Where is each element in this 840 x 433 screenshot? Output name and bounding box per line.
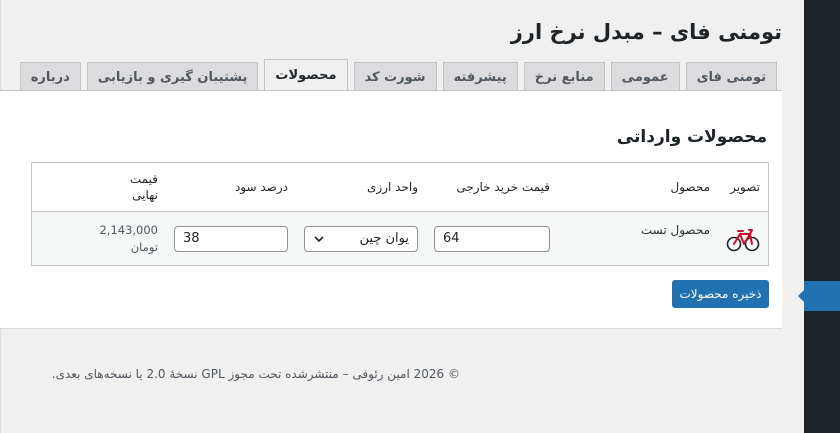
final-price-header-line1: قیمت (129, 172, 158, 186)
tab-about[interactable]: درباره (19, 62, 81, 91)
profit-percent-input[interactable]: 38 (174, 225, 288, 252)
tab-general[interactable]: عمومی (610, 62, 680, 91)
tab-advanced[interactable]: پیشرفته (442, 62, 518, 91)
tab-products[interactable]: محصولات (264, 59, 348, 91)
product-image-cell (718, 211, 769, 266)
col-header-product: محصول (558, 162, 718, 212)
final-price-cell: 2,143,000 تومان (31, 211, 166, 266)
foreign-price-input[interactable]: 64 (434, 225, 550, 252)
table-header-row: تصویر محصول قیمت خرید خارجی واحد ارزی در… (31, 162, 769, 212)
section-title: محصولات وارداتی (616, 127, 767, 147)
plugin-settings-page: تومنی فای – مبدل نرخ ارز تومنی فای عمومی… (0, 0, 804, 433)
tab-tomanifi[interactable]: تومنی فای (685, 62, 777, 91)
settings-tabs: تومنی فای عمومی منابع نرخ پیشرفته شورت ک… (19, 59, 777, 91)
table-row: محصول تست 64 یوان چین 38 2,143,000 تومان (31, 211, 769, 266)
profit-percent-value: 38 (183, 231, 200, 246)
save-products-button[interactable]: ذخیره محصولات (672, 280, 769, 308)
currency-value: یوان چین (359, 231, 409, 246)
products-table: تصویر محصول قیمت خرید خارجی واحد ارزی در… (31, 162, 769, 266)
footer-text: © 2026 امین رئوفی – منتشرشده تحت مجوز GP… (51, 367, 460, 381)
col-header-image: تصویر (718, 162, 769, 212)
foreign-price-value: 64 (443, 231, 460, 246)
col-header-foreign-price: قیمت خرید خارجی (426, 162, 558, 212)
final-price-header-line2: نهایی (132, 188, 158, 202)
active-menu-indicator (798, 281, 840, 311)
final-price-unit: تومان (130, 239, 158, 254)
profit-cell: 38 (166, 211, 296, 266)
tab-backup-restore[interactable]: پشتیبان گیری و بازیابی (86, 62, 259, 91)
col-header-currency: واحد ارزی (296, 162, 426, 212)
admin-sidebar (798, 0, 840, 433)
product-name: محصول تست (558, 211, 718, 266)
col-header-profit: درصد سود (166, 162, 296, 212)
col-header-final-price: قیمت نهایی (31, 162, 166, 212)
foreign-price-cell: 64 (426, 211, 558, 266)
final-price-value: 2,143,000 (99, 222, 158, 237)
currency-select[interactable]: یوان چین (304, 225, 418, 252)
page-title: تومنی فای – مبدل نرخ ارز (510, 20, 782, 44)
tab-rate-sources[interactable]: منابع نرخ (523, 62, 605, 91)
products-panel: محصولات وارداتی تصویر محصول قیمت خرید خا… (0, 90, 782, 329)
chevron-down-icon (314, 235, 324, 242)
currency-cell: یوان چین (296, 211, 426, 266)
bicycle-icon (726, 228, 760, 251)
tab-shortcode[interactable]: شورت کد (353, 62, 437, 91)
